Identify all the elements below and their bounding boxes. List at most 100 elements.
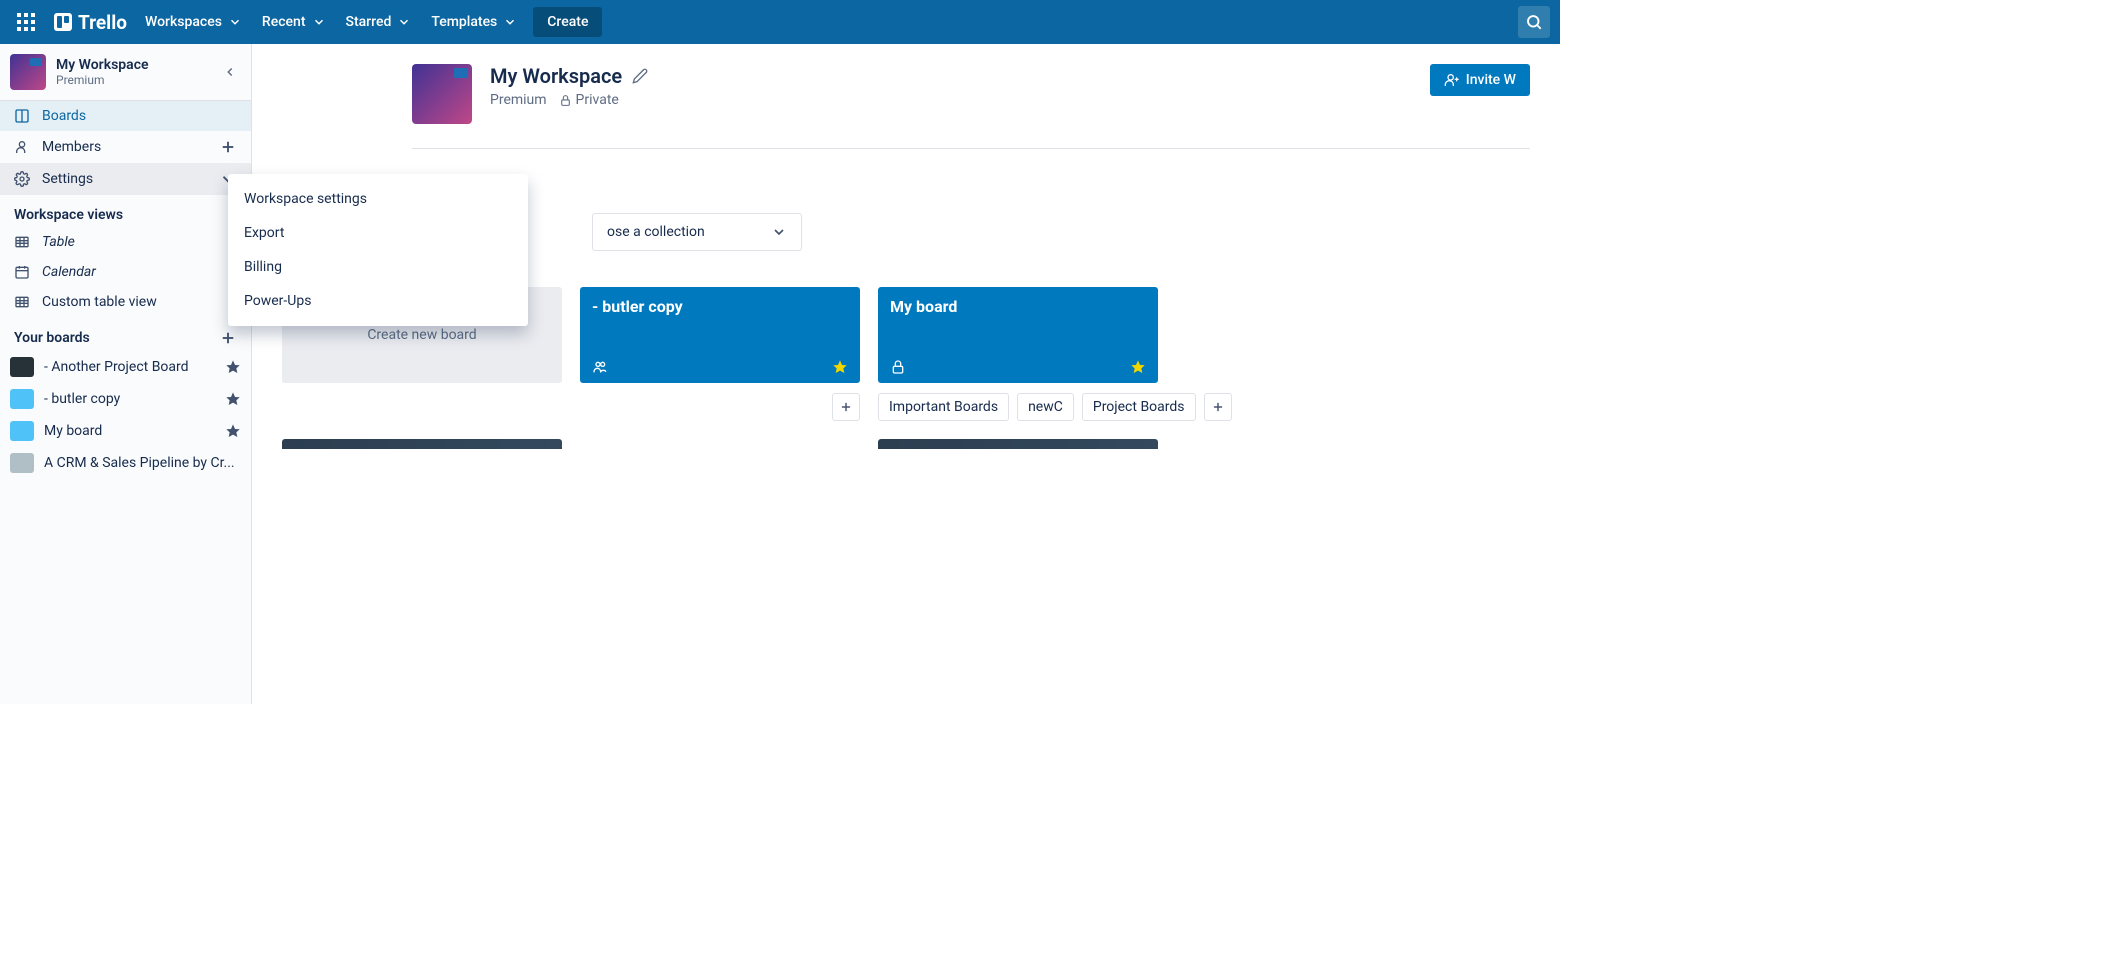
workspace-content-header: My Workspace Premium Private Invite W [412, 64, 1530, 149]
calendar-icon [14, 264, 30, 280]
plus-icon [839, 400, 853, 414]
view-table[interactable]: Table [0, 227, 251, 257]
dropdown-export[interactable]: Export [228, 216, 528, 250]
nav-templates[interactable]: Templates [421, 8, 527, 36]
star-icon[interactable] [225, 391, 241, 407]
visibility-label: Private [576, 92, 619, 108]
workspace-meta: Premium Private [490, 92, 648, 108]
nav-label: Starred [346, 14, 392, 30]
search-icon [1525, 13, 1543, 31]
plus-icon[interactable] [219, 138, 237, 156]
workspace-avatar-large [412, 64, 472, 124]
board-tag[interactable]: Project Boards [1082, 393, 1196, 421]
workspace-title: My Workspace [490, 64, 648, 88]
sidebar-item-label: Boards [42, 108, 237, 124]
board-icon [14, 108, 30, 124]
board-list-item[interactable]: - Another Project Board [0, 351, 251, 383]
nav-label: Templates [431, 14, 497, 30]
board-card[interactable] [878, 439, 1158, 449]
nav-label: Workspaces [145, 14, 222, 30]
board-card[interactable]: My board [878, 287, 1158, 383]
table-icon [14, 294, 30, 310]
person-add-icon [1444, 72, 1460, 88]
workspace-tier: Premium [56, 73, 149, 87]
sidebar-item-label: Members [42, 139, 207, 155]
chevron-down-icon [771, 224, 787, 240]
trello-logo[interactable]: Trello [46, 11, 135, 34]
collection-placeholder: ose a collection [607, 224, 705, 240]
star-icon[interactable] [1130, 359, 1146, 375]
plus-icon [1211, 400, 1225, 414]
board-thumbnail [10, 357, 34, 377]
sidebar-boards[interactable]: Boards [0, 101, 251, 131]
invite-button[interactable]: Invite W [1430, 64, 1530, 96]
nav-starred[interactable]: Starred [336, 8, 422, 36]
gear-icon [14, 171, 30, 187]
view-custom-table[interactable]: Custom table view [0, 287, 251, 317]
add-tag-button[interactable] [1204, 393, 1232, 421]
board-name: - Another Project Board [44, 359, 215, 375]
plus-icon[interactable] [219, 329, 237, 347]
star-icon[interactable] [225, 359, 241, 375]
create-label: Create [547, 14, 588, 30]
board-list-item[interactable]: - butler copy [0, 383, 251, 415]
dropdown-billing[interactable]: Billing [228, 250, 528, 284]
workspace-avatar [10, 54, 46, 90]
star-icon[interactable] [225, 423, 241, 439]
board-thumbnail [10, 389, 34, 409]
view-label: Custom table view [42, 294, 157, 310]
chevron-down-icon [397, 15, 411, 29]
sidebar: My Workspace Premium Boards Members Sett… [0, 44, 252, 704]
board-card-title: My board [890, 297, 1146, 316]
board-card[interactable] [282, 439, 562, 449]
star-icon[interactable] [832, 359, 848, 375]
lock-icon [890, 359, 906, 375]
dropdown-power-ups[interactable]: Power-Ups [228, 284, 528, 318]
nav-workspaces[interactable]: Workspaces [135, 8, 252, 36]
board-name: My board [44, 423, 215, 439]
workspace-header: My Workspace Premium [0, 44, 251, 101]
sidebar-members[interactable]: Members [0, 131, 251, 163]
table-icon [14, 234, 30, 250]
sidebar-collapse-button[interactable] [219, 61, 241, 83]
create-board-label: Create new board [367, 327, 476, 343]
board-card-title: - butler copy [592, 297, 848, 316]
board-thumbnail [10, 421, 34, 441]
chevron-down-icon [228, 15, 242, 29]
main-content: My Workspace Premium Private Invite W Bo… [252, 44, 1560, 704]
boards-grid-row-2 [282, 439, 1530, 449]
view-label: Calendar [42, 264, 96, 280]
sidebar-settings[interactable]: Settings [0, 163, 251, 195]
workspace-name: My Workspace [56, 57, 149, 73]
settings-dropdown: Workspace settings Export Billing Power-… [228, 174, 528, 326]
chevron-down-icon [312, 15, 326, 29]
dropdown-workspace-settings[interactable]: Workspace settings [228, 182, 528, 216]
board-name: A CRM & Sales Pipeline by Cr... [44, 455, 241, 471]
global-header: Trello Workspaces Recent Starred Templat… [0, 0, 1560, 44]
chevron-down-icon [503, 15, 517, 29]
nav-recent[interactable]: Recent [252, 8, 336, 36]
app-switcher-icon[interactable] [14, 10, 38, 34]
nav-label: Recent [262, 14, 306, 30]
board-list-item[interactable]: A CRM & Sales Pipeline by Cr... [0, 447, 251, 479]
members-icon [592, 359, 608, 375]
create-button[interactable]: Create [533, 7, 602, 37]
chevron-left-icon [223, 65, 237, 79]
invite-label: Invite W [1466, 72, 1516, 88]
workspace-tier-label: Premium [490, 92, 547, 108]
board-card[interactable]: - butler copy [580, 287, 860, 383]
search-button[interactable] [1518, 6, 1550, 38]
board-tag[interactable]: Important Boards [878, 393, 1009, 421]
board-list-item[interactable]: My board [0, 415, 251, 447]
edit-icon[interactable] [632, 68, 648, 84]
collection-selector[interactable]: ose a collection [592, 213, 802, 251]
add-tag-button[interactable] [832, 393, 860, 421]
person-icon [14, 139, 30, 155]
board-tag[interactable]: newC [1017, 393, 1074, 421]
board-thumbnail [10, 453, 34, 473]
trello-logo-icon [54, 13, 72, 31]
views-section-header: Workspace views [0, 195, 251, 227]
your-boards-header: Your boards [0, 317, 251, 351]
view-calendar[interactable]: Calendar [0, 257, 251, 287]
board-name: - butler copy [44, 391, 215, 407]
